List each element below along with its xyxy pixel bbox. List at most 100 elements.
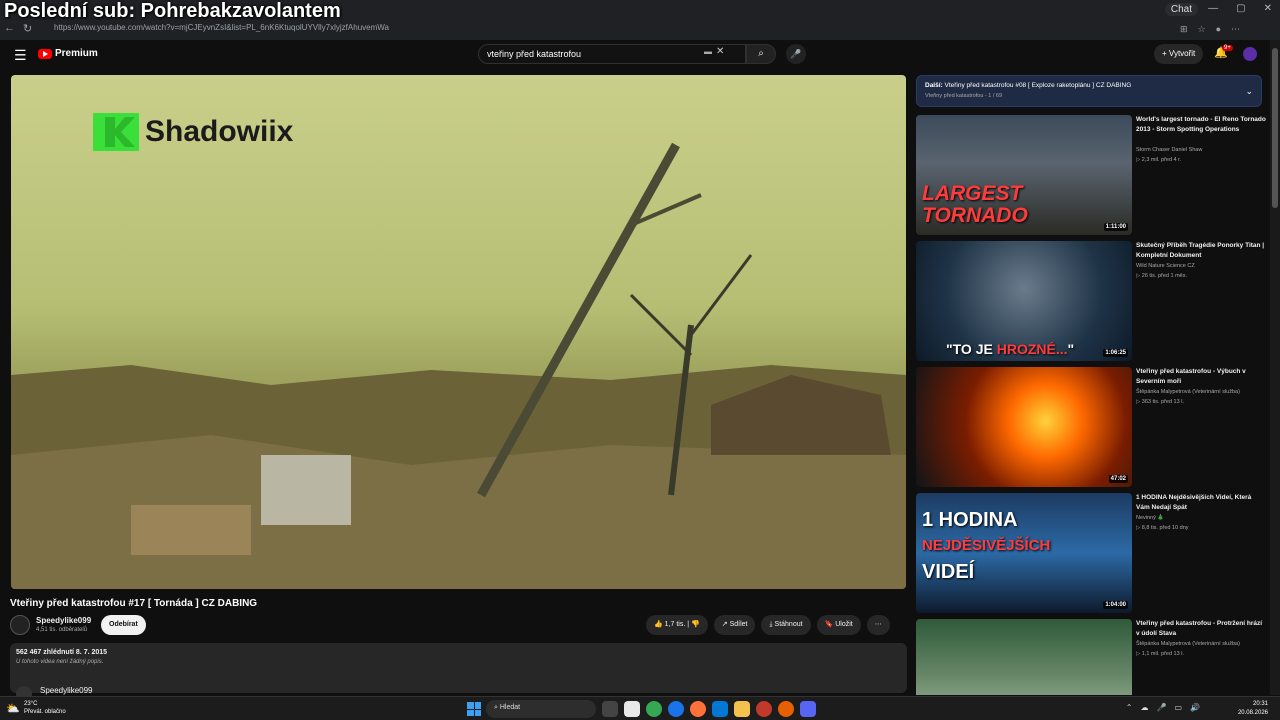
chat-button[interactable]: Chat <box>1164 3 1198 16</box>
taskbar-apps <box>602 701 816 717</box>
search-icon: ⌕ <box>758 48 764 59</box>
rec-channel[interactable]: Nevinný 🎄 <box>1136 515 1266 521</box>
rec-channel[interactable]: Storm Chaser Daniel Shaw <box>1136 147 1266 153</box>
rec-channel[interactable]: Štěpánka Malypetrová (Veterinární služba… <box>1136 641 1266 647</box>
rec-title[interactable]: Skutečný Příběh Tragédie Ponorky Titan |… <box>1136 241 1266 261</box>
search-button[interactable]: ⌕ <box>746 44 776 64</box>
scrollbar-thumb[interactable] <box>1272 48 1278 208</box>
duration-badge: 1:04:00 <box>1103 601 1128 609</box>
rec-title[interactable]: Vteřiny před katastrofou - Výbuch v Seve… <box>1136 367 1266 387</box>
duration-badge: 1:06:25 <box>1103 349 1128 357</box>
more-icon[interactable]: ⋯ <box>1231 24 1240 35</box>
share-button[interactable]: ↗ Sdílet <box>713 615 756 635</box>
youtube-logo[interactable]: Premium <box>38 48 98 59</box>
network-icon[interactable]: ▭ <box>1174 703 1182 712</box>
menu-icon[interactable]: ☰ <box>14 47 27 64</box>
duration-badge: 47:02 <box>1108 475 1128 483</box>
subscribe-button[interactable]: Odebírat <box>101 615 146 635</box>
cloud-icon[interactable]: ☁ <box>1141 703 1149 712</box>
subscriber-count: 4,51 tis. odběratelů <box>36 627 88 633</box>
file-explorer-icon[interactable] <box>734 701 750 717</box>
channel-name[interactable]: Speedylike099 <box>36 616 91 625</box>
volume-icon[interactable]: 🔊 <box>1190 703 1200 712</box>
watermark-k-shape <box>93 113 139 151</box>
rec-channel[interactable]: Štěpánka Malypetrová (Veterinární služba… <box>1136 389 1266 395</box>
account-avatar[interactable] <box>1243 47 1257 61</box>
download-button[interactable]: ⤓ Stáhnout <box>761 615 811 635</box>
chevron-down-icon[interactable]: ⌄ <box>1245 86 1253 97</box>
maximize-icon[interactable]: ▢ <box>1236 3 1245 14</box>
next-title: Další: Vteřiny před katastrofou #08 [ Ex… <box>925 82 1253 89</box>
reload-icon[interactable]: ↻ <box>23 22 32 35</box>
more-actions-button[interactable]: ⋯ <box>866 615 890 635</box>
app-icon[interactable] <box>756 701 772 717</box>
rec-channel[interactable]: Wild Nature Science CZ <box>1136 263 1266 269</box>
close-icon[interactable]: ✕ <box>1264 3 1272 14</box>
save-button[interactable]: 🔖 Uložit <box>816 615 861 635</box>
browser-nav: ← ↻ <box>4 22 32 35</box>
chrome-icon[interactable] <box>646 701 662 717</box>
task-view-icon[interactable] <box>602 701 618 717</box>
rec-title[interactable]: Vteřiny před katastrofou - Protržení hrá… <box>1136 619 1266 639</box>
video-thumbnail[interactable]: 47:02 <box>916 367 1132 487</box>
recommendation-item[interactable]: LARGEST TORNADO 1:11:00 World's largest … <box>916 115 1266 237</box>
windows-start-icon[interactable] <box>467 702 481 716</box>
recommendation-item[interactable]: "TO JE HROZNÉ..." 1:06:25 Skutečný Příbě… <box>916 241 1266 363</box>
channel-avatar[interactable] <box>10 615 30 635</box>
video-actions: 👍 1,7 tis. | 👎 ↗ Sdílet ⤓ Stáhnout 🔖 Ulo… <box>646 615 890 635</box>
recommendation-item[interactable]: Vteřiny před katastrofou - Protržení hrá… <box>916 619 1266 695</box>
recommendation-item[interactable]: 1 HODINA NEJDĚSIVĚJŠÍCH VIDEÍ 1:04:00 1 … <box>916 493 1266 615</box>
weather-icon[interactable]: ⛅ <box>6 702 20 715</box>
description-text: U tohoto videa není žádný popis. <box>16 659 104 665</box>
playlist-next-panel[interactable]: Další: Vteřiny před katastrofou #08 [ Ex… <box>916 75 1262 107</box>
clock-date: 20.08.2026 <box>1237 710 1268 716</box>
thumb-text-part: HROZNÉ... <box>996 341 1068 357</box>
more-icon: ⋯ <box>874 621 882 628</box>
firefox-dev-icon[interactable] <box>778 701 794 717</box>
next-label: Další: <box>925 82 943 89</box>
download-label: Stáhnout <box>774 621 803 628</box>
profile-icon[interactable]: ● <box>1216 24 1221 35</box>
taskbar-clock[interactable]: 20:31 20.08.2026 <box>1238 700 1268 718</box>
keyboard-icon[interactable]: ▬ <box>704 47 712 56</box>
create-button[interactable]: + Vytvořit <box>1154 44 1204 64</box>
bookmark-icon: 🔖 <box>824 621 834 628</box>
taskbar-search[interactable]: ⌕ Hledat <box>486 700 596 718</box>
rec-title[interactable]: 1 HODINA Nejděsivějších Videí, Která Vám… <box>1136 493 1266 513</box>
thumb-line: VIDEÍ <box>922 561 975 583</box>
next-playlist-info: Vteřiny před katastrofou - 1 / 69 <box>925 93 1003 99</box>
mail-icon[interactable] <box>712 701 728 717</box>
like-button[interactable]: 👍 1,7 tis. | 👎 <box>646 615 708 635</box>
chevron-up-icon[interactable]: ⌃ <box>1126 703 1133 712</box>
clear-search-icon[interactable]: ✕ <box>716 46 724 57</box>
back-icon[interactable]: ← <box>4 22 15 35</box>
widgets-icon[interactable] <box>624 701 640 717</box>
minimize-icon[interactable]: — <box>1208 3 1218 14</box>
weather-widget[interactable]: 23°C Převát. oblačno <box>24 700 66 716</box>
recommendation-item[interactable]: 47:02 Vteřiny před katastrofou - Výbuch … <box>916 367 1266 489</box>
discord-icon[interactable] <box>800 701 816 717</box>
description-box[interactable]: 562 467 zhlédnutí 8. 7. 2015 U tohoto vi… <box>10 643 907 693</box>
video-thumbnail[interactable] <box>916 619 1132 695</box>
video-thumbnail[interactable]: 1 HODINA NEJDĚSIVĚJŠÍCH VIDEÍ 1:04:00 <box>916 493 1132 613</box>
address-bar[interactable]: https://www.youtube.com/watch?v=mjCJEyvn… <box>38 23 1118 37</box>
voice-search-button[interactable]: 🎤 <box>786 44 806 64</box>
comment-author[interactable]: Speedylike099 <box>40 686 92 695</box>
logo-text: Premium <box>55 48 98 59</box>
firefox-icon[interactable] <box>690 701 706 717</box>
video-thumbnail[interactable]: "TO JE HROZNÉ..." 1:06:25 <box>916 241 1132 361</box>
rec-title[interactable]: World's largest tornado - El Reno Tornad… <box>1136 115 1266 135</box>
mic-tray-icon[interactable]: 🎤 <box>1157 703 1167 712</box>
mic-icon: 🎤 <box>790 49 802 59</box>
extensions-icon[interactable]: ⊞ <box>1180 24 1188 35</box>
windows-taskbar: ⛅ 23°C Převát. oblačno ⌕ Hledat ⌃ ☁ 🎤 ▭ … <box>0 696 1280 720</box>
video-thumbnail[interactable]: LARGEST TORNADO 1:11:00 <box>916 115 1132 235</box>
video-title: Vteřiny před katastrofou #17 [ Tornáda ]… <box>10 598 258 609</box>
weather-desc: Převát. oblačno <box>24 709 66 715</box>
star-icon[interactable]: ☆ <box>1197 24 1205 35</box>
views-date: 562 467 zhlédnutí 8. 7. 2015 <box>16 649 108 656</box>
video-player[interactable]: Shadowiix <box>11 75 906 589</box>
notification-badge: 9+ <box>1222 45 1233 51</box>
thumbs-down-icon[interactable]: 👎 <box>691 621 700 628</box>
edge-icon[interactable] <box>668 701 684 717</box>
